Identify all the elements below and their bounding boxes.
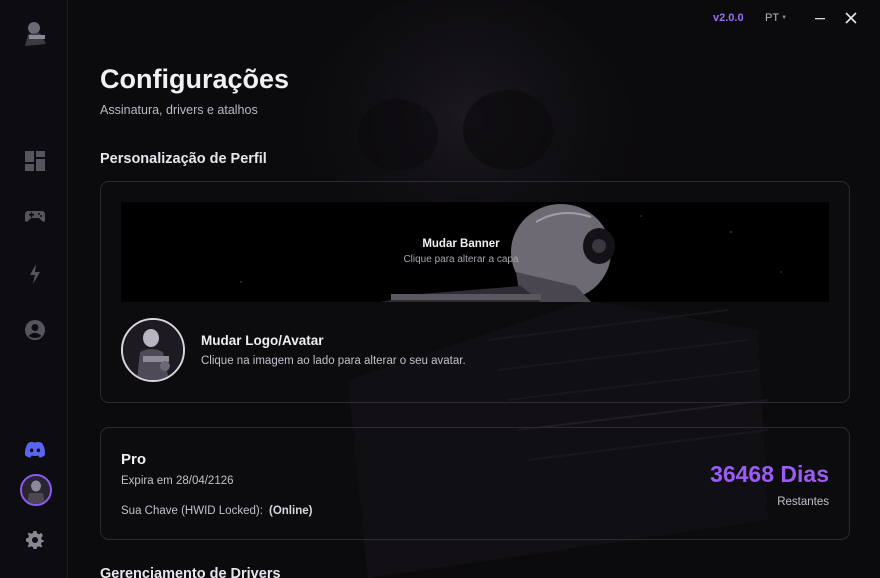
chevron-down-icon: ▼ <box>781 15 788 21</box>
sidebar-item-account[interactable] <box>22 317 48 343</box>
sidebar-item-dashboard[interactable] <box>22 148 48 174</box>
avatar-upload[interactable] <box>121 318 185 382</box>
sidebar <box>0 0 68 578</box>
page-subtitle: Assinatura, drivers e atalhos <box>100 103 258 117</box>
gear-icon <box>26 531 44 549</box>
banner-title: Mudar Banner <box>422 238 500 250</box>
dashboard-icon <box>25 151 45 171</box>
minimize-icon[interactable] <box>812 10 828 26</box>
avatar[interactable] <box>20 474 52 506</box>
sidebar-item-games[interactable] <box>22 203 48 229</box>
avatar-title: Mudar Logo/Avatar <box>201 333 324 348</box>
app-logo <box>25 22 46 46</box>
close-icon[interactable] <box>843 10 859 26</box>
avatar-image <box>123 320 183 380</box>
gamepad-icon <box>25 211 45 222</box>
banner-image <box>121 202 829 302</box>
days-remaining: 36468 Dias <box>710 461 829 487</box>
avatar-image <box>22 476 50 504</box>
plan-name: Pro <box>121 451 147 468</box>
drivers-section-title: Gerenciamento de Drivers <box>100 566 281 578</box>
subscription-card: Pro Expira em 28/04/2126 Sua Chave (HWID… <box>100 427 850 540</box>
discord-button[interactable] <box>22 436 48 462</box>
profile-card: Mudar Banner Clique para alterar a capa … <box>100 181 850 403</box>
days-remaining-label: Restantes <box>777 496 829 508</box>
discord-icon <box>24 441 46 457</box>
page-title: Configurações <box>100 64 290 94</box>
account-circle-icon <box>25 320 45 340</box>
sidebar-item-boost[interactable] <box>22 261 48 287</box>
key-label: Sua Chave (HWID Locked): <box>121 505 263 517</box>
settings-button[interactable] <box>22 527 48 553</box>
banner-upload[interactable]: Mudar Banner Clique para alterar a capa <box>121 202 829 302</box>
profile-section-title: Personalização de Perfil <box>100 151 267 167</box>
lightning-icon <box>30 264 40 284</box>
key-status: (Online) <box>269 505 313 517</box>
avatar-subtitle: Clique na imagem ao lado para alterar o … <box>201 355 466 367</box>
language-selector[interactable]: PT ▼ <box>765 12 787 24</box>
language-label: PT <box>765 12 780 24</box>
banner-subtitle: Clique para alterar a capa <box>403 254 519 265</box>
app-version: v2.0.0 <box>713 12 744 24</box>
plan-expiry: Expira em 28/04/2126 <box>121 475 234 487</box>
